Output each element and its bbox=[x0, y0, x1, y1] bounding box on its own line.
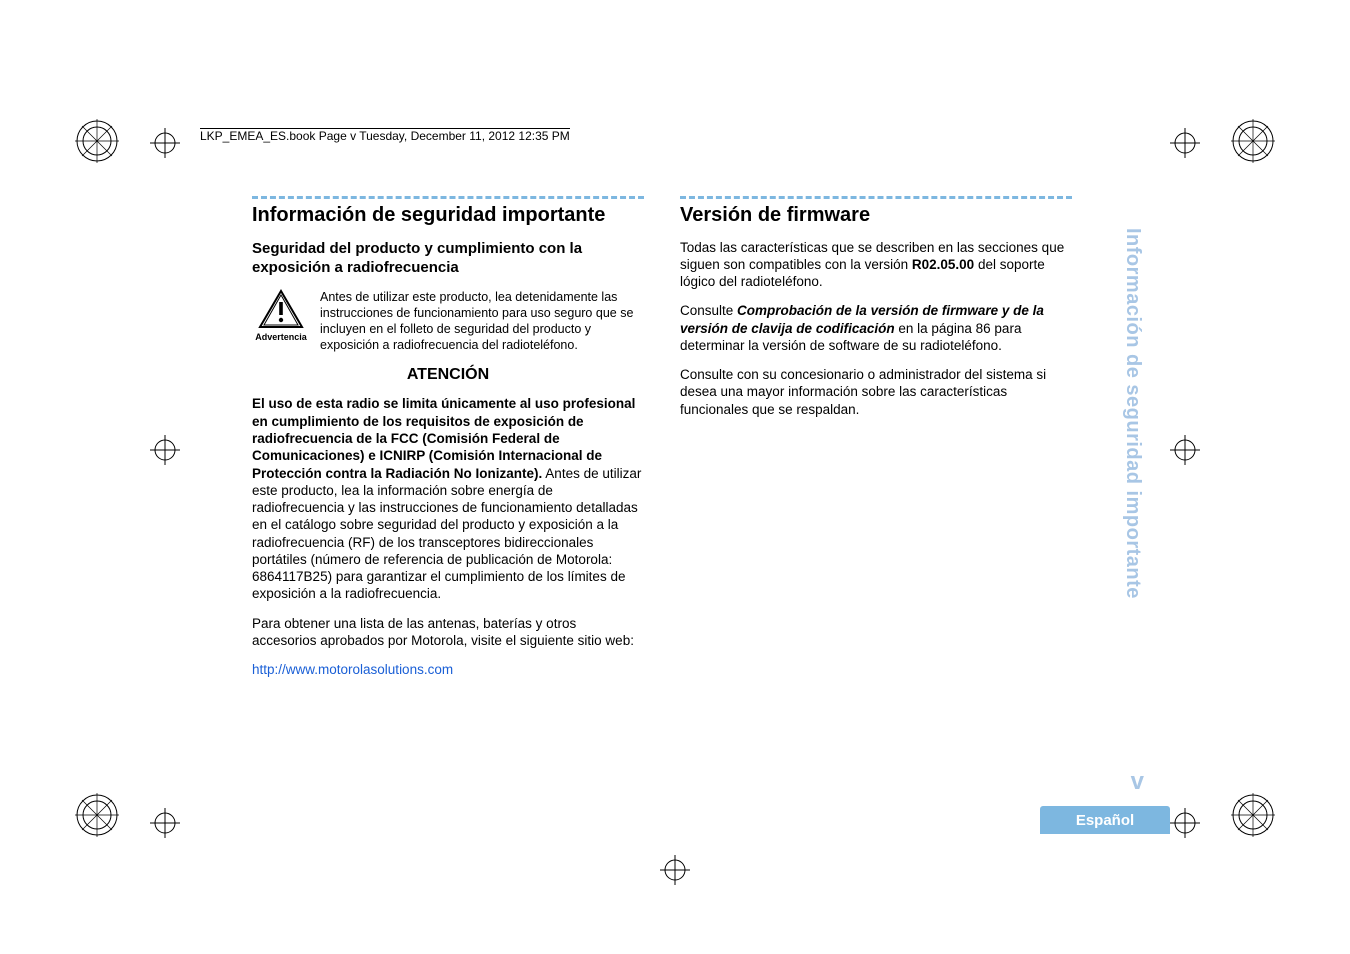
corner-mark-icon bbox=[72, 116, 122, 166]
warning-label: Advertencia bbox=[255, 332, 307, 344]
r-p2a: Consulte bbox=[680, 303, 737, 318]
section-rule bbox=[252, 196, 644, 199]
left-title: Información de seguridad importante bbox=[252, 203, 644, 229]
registration-mark-icon bbox=[1170, 808, 1200, 838]
right-title: Versión de firmware bbox=[680, 203, 1072, 229]
corner-mark-icon bbox=[1228, 790, 1278, 840]
right-para-2: Consulte Comprobación de la versión de f… bbox=[680, 302, 1072, 354]
registration-mark-icon bbox=[660, 855, 690, 885]
motorola-link[interactable]: http://www.motorolasolutions.com bbox=[252, 662, 453, 677]
left-subtitle: Seguridad del producto y cumplimiento co… bbox=[252, 239, 644, 277]
registration-mark-icon bbox=[1170, 128, 1200, 158]
section-rule bbox=[680, 196, 1072, 199]
warning-icon-wrap: Advertencia bbox=[252, 289, 310, 344]
left-para-2: Para obtener una lista de las antenas, b… bbox=[252, 615, 644, 650]
corner-mark-icon bbox=[72, 790, 122, 840]
document-page: LKP_EMEA_ES.book Page v Tuesday, Decembe… bbox=[0, 0, 1350, 954]
print-header: LKP_EMEA_ES.book Page v Tuesday, Decembe… bbox=[200, 128, 570, 143]
left-para-1: El uso de esta radio se limita únicament… bbox=[252, 395, 644, 602]
right-para-3: Consulte con su concesionario o administ… bbox=[680, 366, 1072, 418]
registration-mark-icon bbox=[150, 435, 180, 465]
attention-heading: ATENCIÓN bbox=[252, 365, 644, 385]
main-content: Información de seguridad importante Segu… bbox=[252, 196, 1072, 679]
left-column: Información de seguridad importante Segu… bbox=[252, 196, 644, 679]
right-para-1: Todas las características que se describ… bbox=[680, 239, 1072, 291]
side-tab-label: Información de seguridad importante bbox=[1121, 228, 1144, 599]
registration-mark-icon bbox=[150, 808, 180, 838]
registration-mark-icon bbox=[150, 128, 180, 158]
right-column: Versión de firmware Todas las caracterís… bbox=[680, 196, 1072, 679]
warning-block: Advertencia Antes de utilizar este produ… bbox=[252, 289, 644, 353]
warning-text: Antes de utilizar este producto, lea det… bbox=[320, 289, 644, 353]
language-tab: Español bbox=[1040, 806, 1170, 834]
left-para-1-rest: Antes de utilizar este producto, lea la … bbox=[252, 466, 641, 602]
page-number: v bbox=[1131, 768, 1144, 796]
warning-triangle-icon bbox=[258, 289, 304, 329]
corner-mark-icon bbox=[1228, 116, 1278, 166]
registration-mark-icon bbox=[1170, 435, 1200, 465]
r-p1-bold: R02.05.00 bbox=[912, 257, 974, 272]
